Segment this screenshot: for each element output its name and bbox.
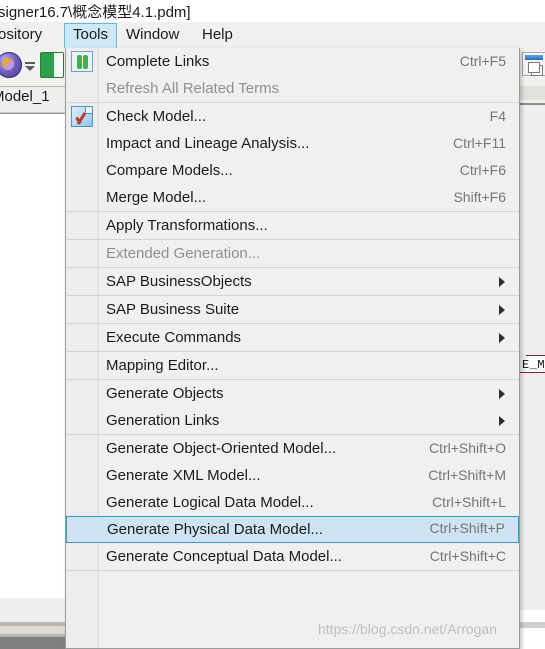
menu-item-label: Generate XML Model... xyxy=(106,467,261,484)
menu-item-label: Generation Links xyxy=(106,412,220,429)
menu-item[interactable]: Generate XML Model... Ctrl+Shift+M xyxy=(66,462,519,489)
submenu-arrow-icon xyxy=(499,277,505,287)
window-cascade-icon[interactable] xyxy=(522,52,545,76)
menu-item[interactable]: Apply Transformations... xyxy=(66,212,519,239)
menu-item-label: Merge Model... xyxy=(106,189,207,206)
menu-item-label: Complete Links xyxy=(106,53,210,70)
menu-separator xyxy=(66,102,519,103)
menubar-item-repository[interactable]: ository xyxy=(0,23,50,47)
right-panel-scrollbar[interactable] xyxy=(519,622,545,628)
book-icon[interactable] xyxy=(40,52,64,78)
menu-separator xyxy=(66,351,519,352)
menu-item-shortcut: Ctrl+F5 xyxy=(459,53,506,69)
menu-item-list: Complete Links Ctrl+F5 Refresh All Related… xyxy=(66,48,519,571)
menu-separator xyxy=(66,239,519,240)
menu-item: Refresh All Related Terms xyxy=(66,75,519,102)
menu-item-label: Impact and Lineage Analysis... xyxy=(106,135,310,152)
right-panel-divider xyxy=(519,103,545,105)
menu-item[interactable]: Complete Links Ctrl+F5 xyxy=(66,48,519,75)
submenu-arrow-icon xyxy=(499,333,505,343)
menu-item-shortcut: Ctrl+F11 xyxy=(452,135,506,151)
menu-item-label: Apply Transformations... xyxy=(106,217,268,234)
menu-item[interactable]: Generate Conceptual Data Model... Ctrl+Sh… xyxy=(66,543,519,570)
menu-item[interactable]: Compare Models... Ctrl+F6 xyxy=(66,157,519,184)
menu-item[interactable]: SAP Business Suite xyxy=(66,296,519,323)
menu-separator xyxy=(66,434,519,435)
menu-separator xyxy=(66,323,519,324)
menu-item[interactable]: Impact and Lineage Analysis... Ctrl+F11 xyxy=(66,130,519,157)
menu-item-shortcut: Ctrl+Shift+M xyxy=(428,467,506,483)
tools-menu: Complete Links Ctrl+F5 Refresh All Related… xyxy=(65,48,520,649)
menu-item[interactable]: SAP BusinessObjects xyxy=(66,268,519,295)
menu-item-shortcut: Ctrl+Shift+L xyxy=(432,494,506,510)
menu-item[interactable]: Generate Physical Data Model... Ctrl+Shif… xyxy=(66,516,519,543)
menubar-item-help[interactable]: Help xyxy=(194,23,241,47)
menu-item-label: Check Model... xyxy=(106,108,207,125)
window-titlebar: signer16.7\概念模型4.1.pdm] xyxy=(0,0,545,22)
check-model-icon xyxy=(71,106,93,127)
right-panel-band xyxy=(519,86,545,100)
menu-item-label: Generate Objects xyxy=(106,385,224,402)
menu-item[interactable]: Generate Objects xyxy=(66,380,519,407)
menubar-item-tools[interactable]: Tools xyxy=(64,23,118,48)
menu-separator xyxy=(66,379,519,380)
menu-item-label: Refresh All Related Terms xyxy=(106,80,280,97)
menu-item-label: Extended Generation... xyxy=(106,245,261,262)
menu-item[interactable]: Generate Object-Oriented Model... Ctrl+Sh… xyxy=(66,435,519,462)
menu-item[interactable]: Generation Links xyxy=(66,407,519,434)
menu-item-label: SAP BusinessObjects xyxy=(106,273,252,290)
menu-item-label: Generate Logical Data Model... xyxy=(106,494,314,511)
menu-item-label: Generate Physical Data Model... xyxy=(107,521,323,538)
menu-bar: ository Tools Window Help xyxy=(0,22,545,49)
menu-item[interactable]: Execute Commands xyxy=(66,324,519,351)
menu-separator xyxy=(66,267,519,268)
menu-item-label: Generate Object-Oriented Model... xyxy=(106,440,337,457)
refresh-arrows-icon xyxy=(71,51,93,72)
dropdown-arrow-icon-bar xyxy=(25,62,35,64)
right-panel xyxy=(519,86,545,610)
menu-item-label: Compare Models... xyxy=(106,162,233,179)
menu-item-shortcut: Ctrl+Shift+P xyxy=(429,520,505,536)
menu-item: Extended Generation... xyxy=(66,240,519,267)
diagram-entity-divider xyxy=(519,372,545,373)
menu-item-shortcut: Shift+F6 xyxy=(453,189,506,205)
menu-item-shortcut: Ctrl+Shift+O xyxy=(428,440,506,456)
menu-item-label: Mapping Editor... xyxy=(106,357,219,374)
menu-separator xyxy=(66,211,519,212)
submenu-arrow-icon xyxy=(499,389,505,399)
tab-model-1-label: Model_1 xyxy=(0,88,50,105)
menu-item[interactable]: Generate Logical Data Model... Ctrl+Shift… xyxy=(66,489,519,516)
screenshot-root: signer16.7\概念模型4.1.pdm] ository Tools Wi… xyxy=(0,0,545,649)
dropdown-arrow-icon[interactable] xyxy=(25,66,35,71)
menu-item-label: SAP Business Suite xyxy=(106,301,240,318)
menu-item-shortcut: F4 xyxy=(489,108,506,124)
menu-separator xyxy=(66,570,519,571)
menu-item[interactable]: Check Model... F4 xyxy=(66,103,519,130)
submenu-arrow-icon xyxy=(499,416,505,426)
menu-item-shortcut: Ctrl+F6 xyxy=(459,162,506,178)
window-title: signer16.7\概念模型4.1.pdm] xyxy=(0,4,191,21)
menu-item-label: Generate Conceptual Data Model... xyxy=(106,548,342,565)
menu-item-label: Execute Commands xyxy=(106,329,242,346)
menubar-item-window[interactable]: Window xyxy=(118,23,187,47)
menu-item[interactable]: Mapping Editor... xyxy=(66,352,519,379)
submenu-arrow-icon xyxy=(499,305,505,315)
menu-item[interactable]: Merge Model... Shift+F6 xyxy=(66,184,519,211)
menu-separator xyxy=(66,295,519,296)
menu-item-shortcut: Ctrl+Shift+C xyxy=(429,548,506,564)
diagram-entity-label: E_MAN xyxy=(522,358,545,372)
